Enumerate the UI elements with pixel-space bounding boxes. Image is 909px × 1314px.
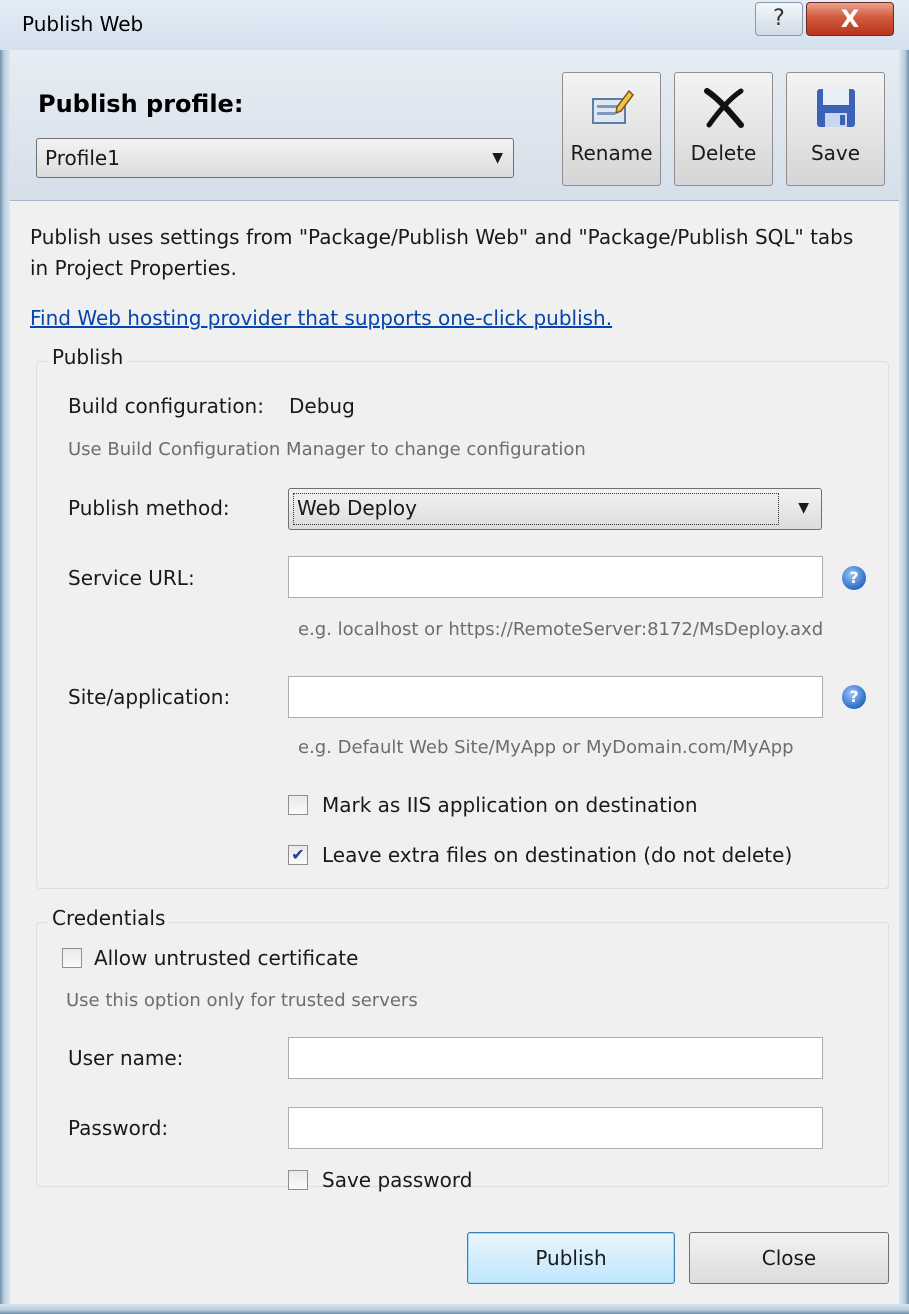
- chevron-down-icon: ▼: [492, 150, 503, 166]
- title-bar[interactable]: Publish Web ? X: [0, 0, 909, 50]
- delete-icon: [703, 88, 744, 128]
- password-input[interactable]: [288, 1107, 823, 1149]
- site-application-help-icon[interactable]: ?: [842, 685, 866, 709]
- rename-icon: [591, 89, 634, 124]
- rename-label: Rename: [570, 141, 653, 165]
- save-password-label: Save password: [322, 1168, 473, 1192]
- window-title: Publish Web: [22, 12, 144, 36]
- publish-method-dropdown[interactable]: Web Deploy ▼: [288, 488, 822, 530]
- allow-untrusted-checkbox[interactable]: [62, 948, 82, 968]
- delete-button[interactable]: Delete: [674, 72, 773, 186]
- build-configuration-hint: Use Build Configuration Manager to chang…: [68, 439, 586, 460]
- publish-group-title: Publish: [48, 345, 128, 369]
- publish-button[interactable]: Publish: [467, 1232, 675, 1284]
- mark-iis-checkbox[interactable]: [288, 795, 308, 815]
- publish-profile-label: Publish profile:: [38, 90, 244, 118]
- hosting-provider-link[interactable]: Find Web hosting provider that supports …: [30, 306, 612, 330]
- user-name-label: User name:: [68, 1046, 184, 1070]
- user-name-input[interactable]: [288, 1037, 823, 1079]
- window-frame-left: [0, 0, 10, 1314]
- service-url-label: Service URL:: [68, 566, 195, 590]
- build-configuration-label: Build configuration:: [68, 394, 264, 418]
- profile-dropdown-value: Profile1: [45, 146, 120, 170]
- service-url-hint: e.g. localhost or https://RemoteServer:8…: [298, 619, 824, 640]
- close-button[interactable]: Close: [689, 1232, 889, 1284]
- publish-method-label: Publish method:: [68, 496, 230, 520]
- save-password-checkbox[interactable]: [288, 1170, 308, 1190]
- settings-info-text: Publish uses settings from "Package/Publ…: [30, 225, 854, 280]
- window-frame-bottom: [0, 1304, 909, 1314]
- mark-iis-label: Mark as IIS application on destination: [322, 793, 698, 817]
- service-url-help-icon[interactable]: ?: [842, 566, 866, 590]
- build-configuration-value: Debug: [289, 394, 355, 418]
- help-button[interactable]: ?: [755, 2, 803, 36]
- save-button[interactable]: Save: [786, 72, 885, 186]
- profile-header: Publish profile: Profile1 ▼ Rename Delet…: [10, 50, 899, 201]
- window-frame-right: [899, 0, 909, 1314]
- password-label: Password:: [68, 1116, 169, 1140]
- credentials-group-title: Credentials: [48, 906, 170, 930]
- site-application-hint: e.g. Default Web Site/MyApp or MyDomain.…: [298, 737, 794, 758]
- leave-extra-files-checkbox[interactable]: ✔: [288, 845, 308, 865]
- service-url-input[interactable]: [288, 556, 823, 598]
- site-application-input[interactable]: [288, 676, 823, 718]
- allow-untrusted-label: Allow untrusted certificate: [94, 946, 359, 970]
- close-window-button[interactable]: X: [806, 2, 894, 36]
- site-application-label: Site/application:: [68, 685, 231, 709]
- save-icon: [816, 89, 855, 127]
- checkmark-icon: ✔: [291, 845, 305, 864]
- delete-label: Delete: [690, 141, 757, 165]
- publish-profile-dropdown[interactable]: Profile1 ▼: [36, 138, 514, 178]
- save-label: Save: [810, 141, 861, 165]
- close-icon: X: [840, 5, 860, 33]
- rename-button[interactable]: Rename: [562, 72, 661, 186]
- chevron-down-icon: ▼: [798, 500, 809, 516]
- help-icon: ?: [773, 6, 785, 31]
- untrusted-hint: Use this option only for trusted servers: [66, 990, 418, 1011]
- leave-extra-files-label: Leave extra files on destination (do not…: [322, 843, 793, 867]
- focus-rectangle: [293, 493, 779, 525]
